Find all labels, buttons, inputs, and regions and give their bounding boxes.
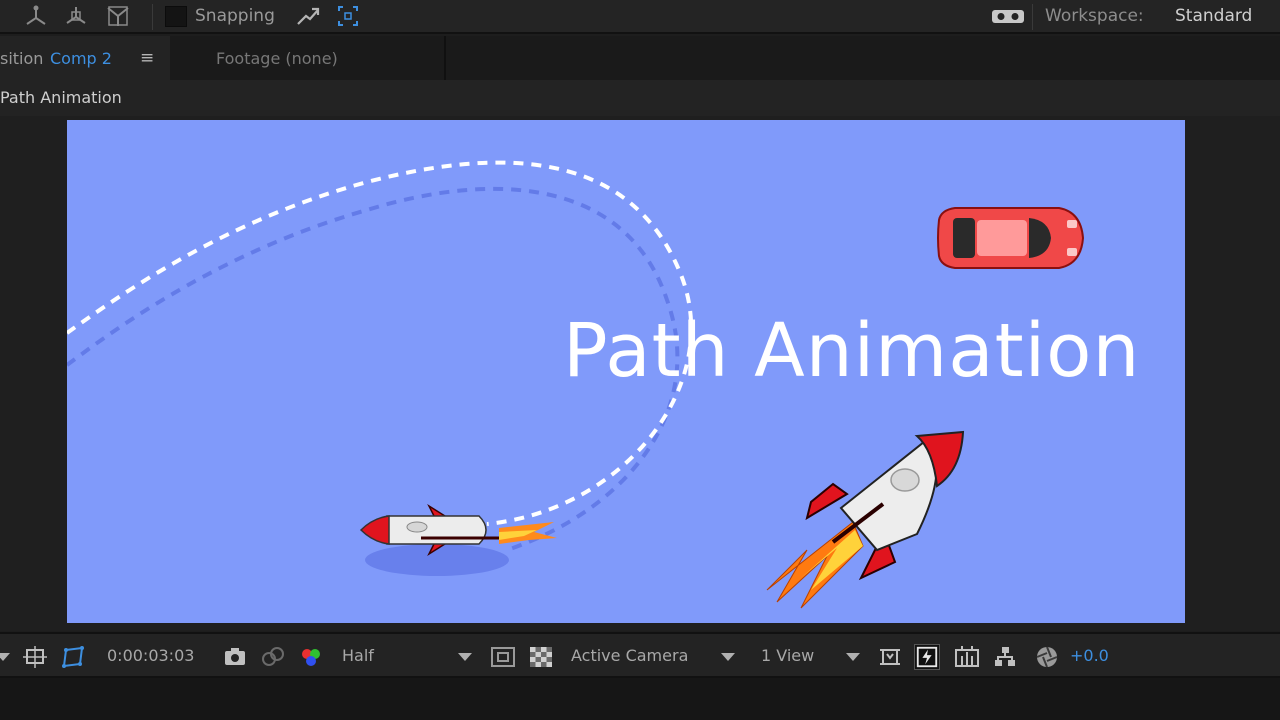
tab-divider bbox=[444, 36, 446, 80]
tab-composition-name: Comp 2 bbox=[50, 49, 112, 68]
fast-previews-icon[interactable] bbox=[914, 644, 940, 670]
workspace-selector[interactable]: Standard bbox=[1175, 6, 1252, 26]
camera-dropdown-arrow[interactable] bbox=[721, 653, 735, 661]
vr-goggles-icon[interactable] bbox=[990, 2, 1026, 30]
snap-grid-icon[interactable] bbox=[334, 2, 362, 30]
show-snapshot-icon[interactable] bbox=[260, 644, 286, 670]
panel-tab-row: sition Comp 2 ≡ Footage (none) bbox=[0, 36, 1280, 80]
axis-local-icon[interactable] bbox=[22, 2, 50, 30]
snapping-label: Snapping bbox=[195, 6, 275, 26]
toggle-transparency-grid-icon[interactable] bbox=[60, 644, 86, 670]
reset-exposure-icon[interactable] bbox=[1034, 644, 1060, 670]
timeline-icon[interactable] bbox=[954, 644, 980, 670]
timeline-panel-edge bbox=[0, 678, 1280, 720]
camera-dropdown[interactable]: Active Camera bbox=[571, 646, 688, 665]
axis-view-icon[interactable] bbox=[104, 2, 132, 30]
breadcrumb-comp[interactable]: Path Animation bbox=[0, 88, 122, 107]
canvas-title-text: Path Animation bbox=[563, 308, 1141, 394]
snap-feather-icon[interactable] bbox=[294, 2, 322, 30]
region-of-interest-icon[interactable] bbox=[22, 644, 48, 670]
exposure-value[interactable]: +0.0 bbox=[1070, 646, 1109, 665]
axis-world-icon[interactable] bbox=[62, 2, 90, 30]
workspace-label: Workspace: bbox=[1045, 6, 1144, 26]
comp-breadcrumb: Path Animation bbox=[0, 80, 1280, 116]
view-layout-dropdown[interactable]: 1 View bbox=[761, 646, 814, 665]
snapshot-icon[interactable] bbox=[222, 644, 248, 670]
tab-footage[interactable]: Footage (none) bbox=[216, 49, 338, 68]
channel-rgb-icon[interactable] bbox=[298, 644, 324, 670]
tab-composition[interactable]: sition Comp 2 ≡ bbox=[0, 36, 170, 80]
current-time-display[interactable]: 0:00:03:03 bbox=[107, 646, 194, 665]
transparency-grid-icon[interactable] bbox=[528, 644, 554, 670]
composition-viewer: Path Animation bbox=[0, 116, 1280, 631]
big-rocket bbox=[766, 430, 965, 609]
pixel-aspect-icon[interactable] bbox=[877, 644, 903, 670]
resolution-dropdown-arrow[interactable] bbox=[458, 653, 472, 661]
magnification-dropdown-arrow[interactable] bbox=[0, 653, 10, 661]
view-layout-dropdown-arrow[interactable] bbox=[846, 653, 860, 661]
comp-flowchart-icon[interactable] bbox=[992, 644, 1018, 670]
snapping-checkbox[interactable] bbox=[165, 6, 187, 27]
fast-preview-icon[interactable] bbox=[490, 644, 516, 670]
top-toolbar: Snapping Workspace: Standard bbox=[0, 0, 1280, 34]
panel-menu-icon[interactable]: ≡ bbox=[140, 48, 154, 68]
viewer-toolbar: 0:00:03:03 Half Active Camera 1 View +0.… bbox=[0, 632, 1280, 678]
tab-composition-prefix: sition bbox=[0, 49, 44, 68]
comp-canvas[interactable]: Path Animation bbox=[67, 120, 1185, 623]
red-car bbox=[937, 207, 1085, 269]
resolution-dropdown[interactable]: Half bbox=[342, 646, 374, 665]
